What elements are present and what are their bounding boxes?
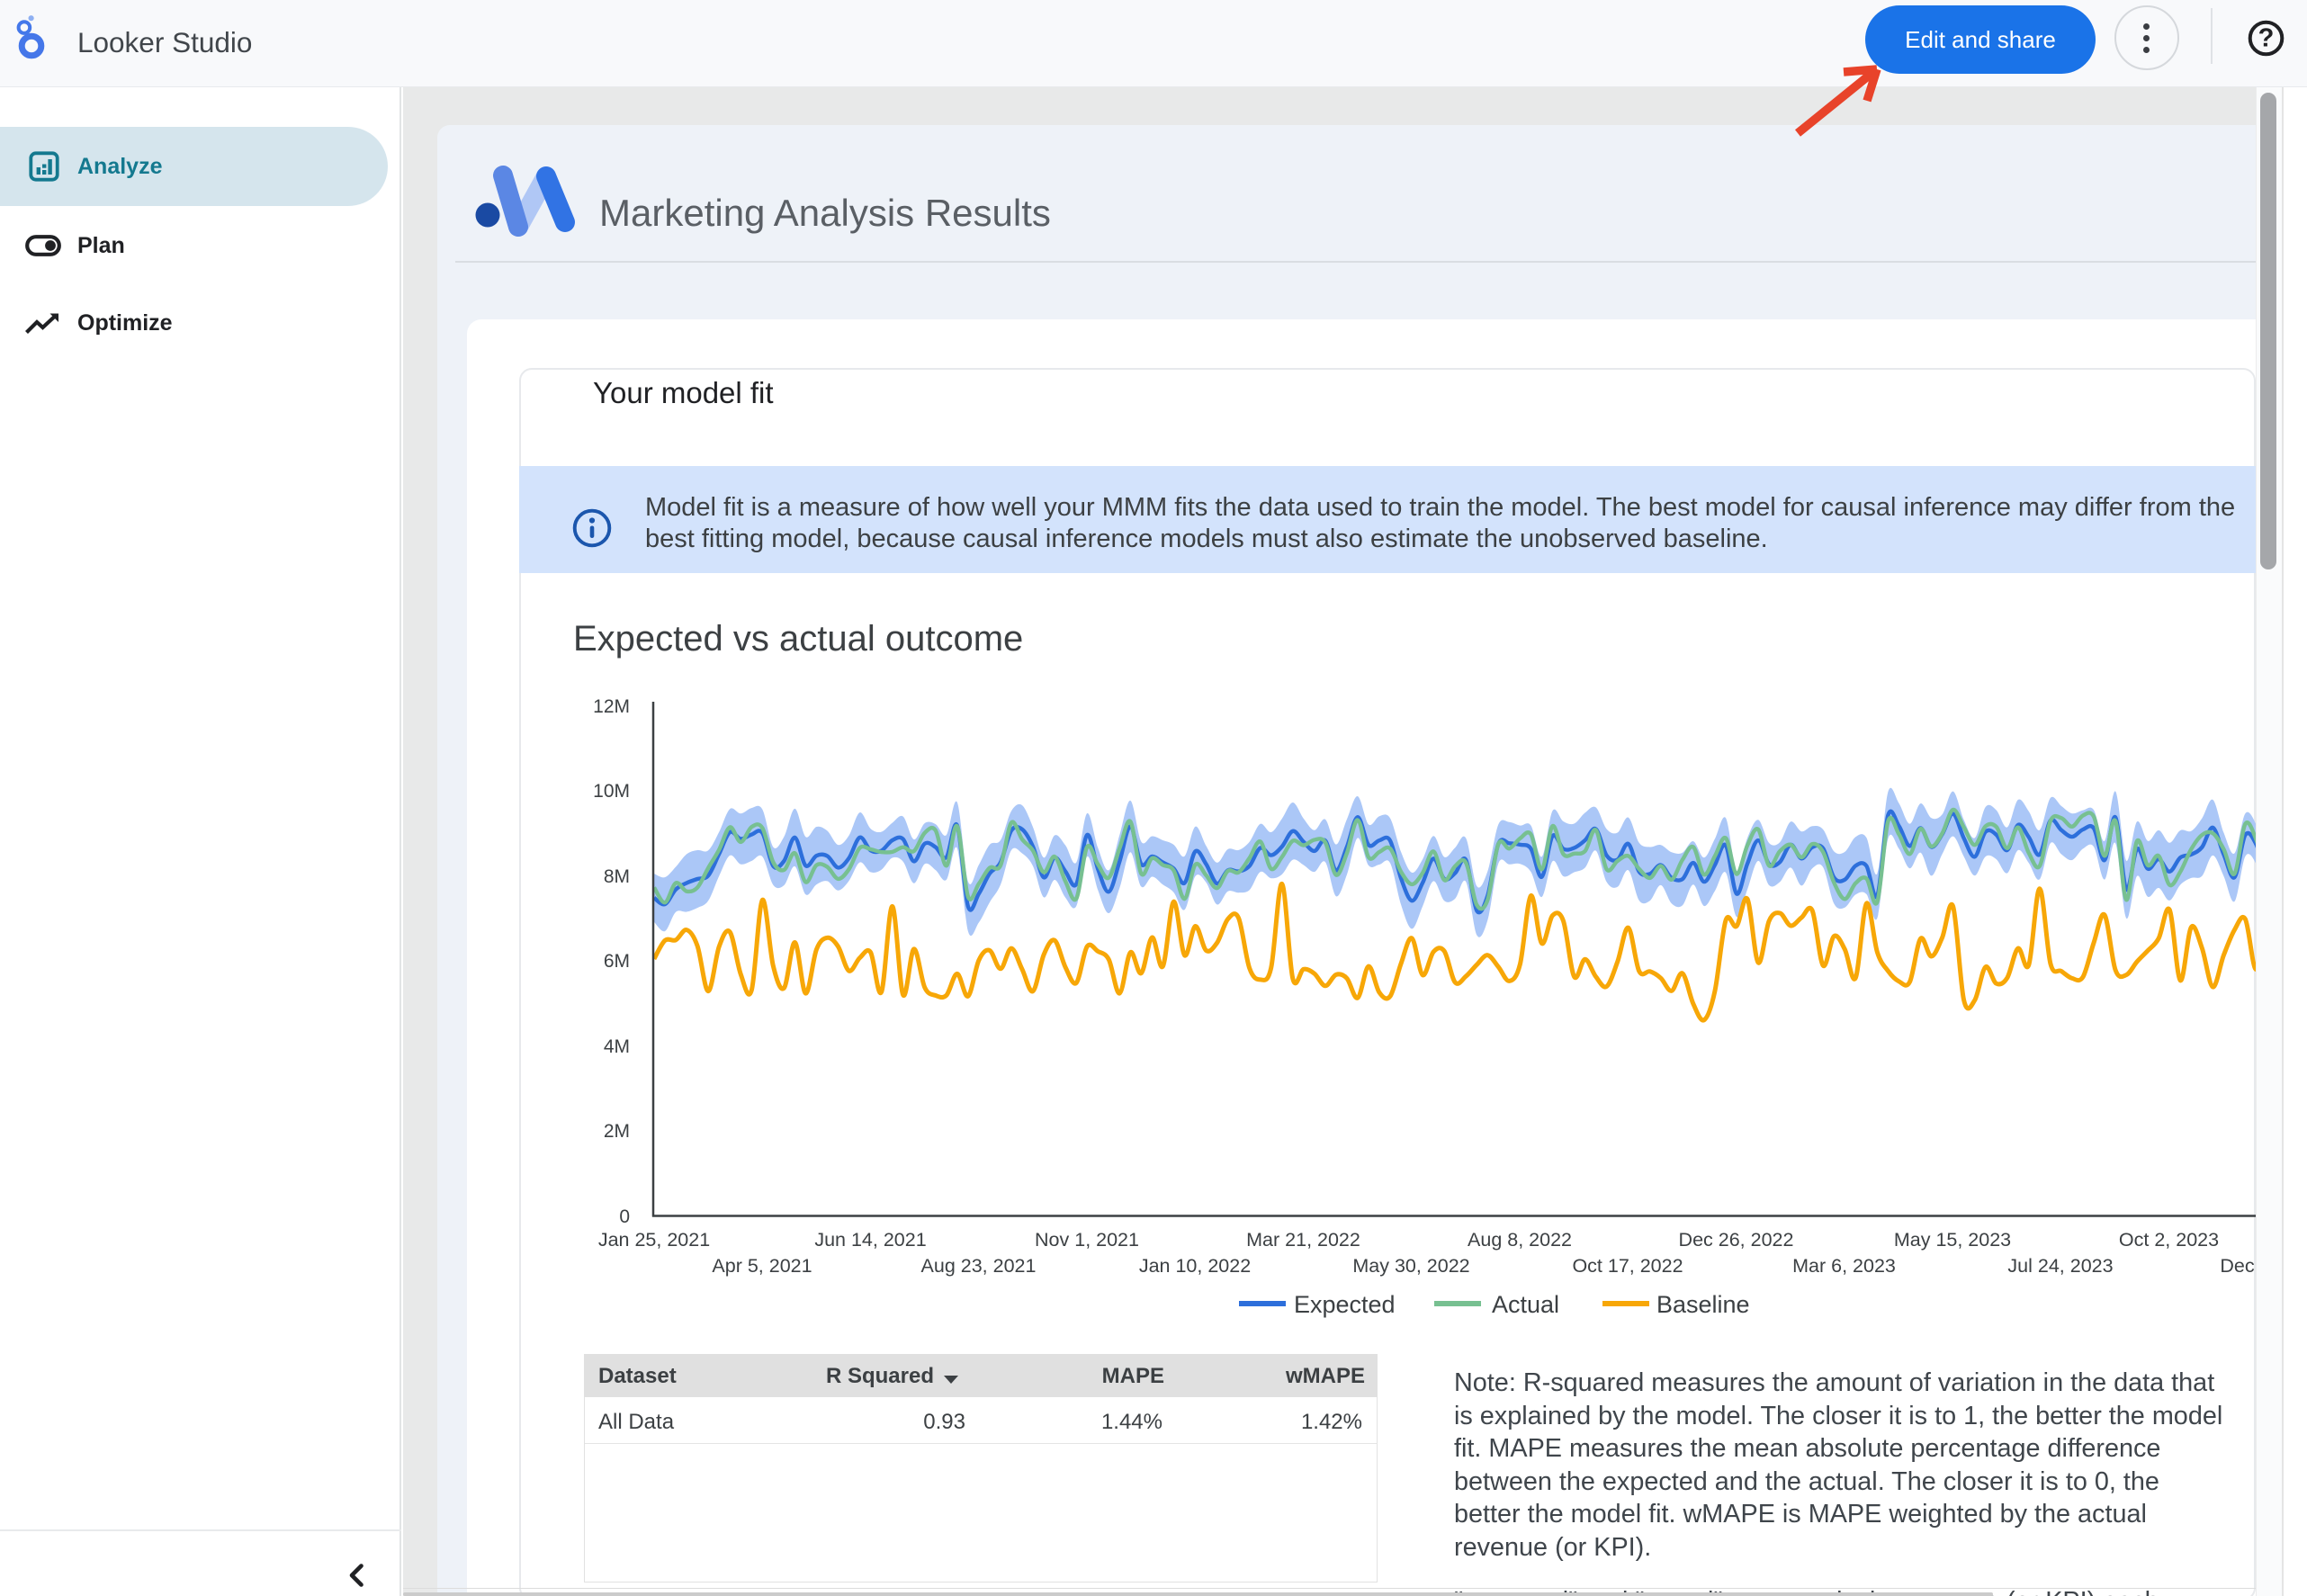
svg-text:?: ? [2258,24,2275,53]
